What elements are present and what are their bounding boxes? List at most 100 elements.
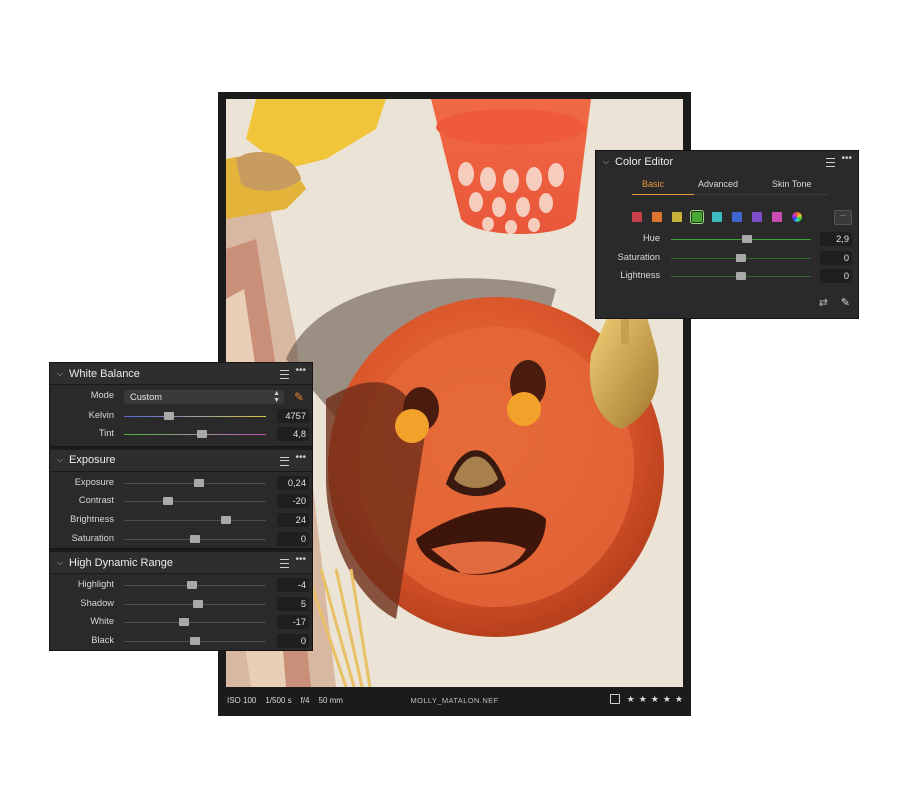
tab-skin-tone[interactable]: Skin Tone bbox=[772, 179, 811, 189]
saturation-value-field[interactable]: 0 bbox=[820, 250, 852, 265]
menu-icon[interactable] bbox=[826, 158, 836, 167]
saturation-label: Saturation bbox=[71, 532, 114, 543]
star-icon[interactable]: ★ bbox=[639, 693, 647, 705]
color-swatch[interactable] bbox=[752, 212, 762, 222]
brightness-slider-thumb[interactable] bbox=[221, 515, 232, 524]
lightness-slider-row: Lightness 0 bbox=[596, 267, 858, 286]
saturation-slider-thumb[interactable] bbox=[736, 253, 746, 262]
hue-slider-row: Hue 2,9 bbox=[596, 230, 858, 249]
more-colors-button[interactable]: ... bbox=[834, 210, 852, 225]
hue-slider[interactable] bbox=[671, 235, 811, 243]
color-swatch[interactable] bbox=[690, 210, 704, 224]
tint-value-field[interactable]: 4,8 bbox=[277, 427, 309, 442]
kelvin-slider-row: Kelvin 4757 bbox=[50, 407, 312, 426]
menu-icon[interactable] bbox=[280, 370, 290, 379]
black-slider-thumb[interactable] bbox=[190, 636, 200, 645]
white-balance-title: White Balance bbox=[69, 367, 140, 380]
shadow-slider-row: Shadow 5 bbox=[50, 595, 312, 614]
saturation-slider-thumb[interactable] bbox=[190, 534, 200, 543]
highlight-slider[interactable] bbox=[124, 581, 266, 590]
all-colors-swatch[interactable] bbox=[792, 212, 802, 222]
highlight-slider-thumb[interactable] bbox=[187, 581, 198, 590]
mode-select[interactable]: Custom ▲ ▼ bbox=[124, 390, 284, 404]
menu-icon[interactable] bbox=[280, 559, 290, 569]
color-editor-tabs: Basic Advanced Skin Tone bbox=[596, 172, 858, 196]
saturation-value-field[interactable]: 0 bbox=[277, 531, 309, 546]
more-icon[interactable]: ••• bbox=[295, 366, 306, 379]
select-checkbox[interactable] bbox=[609, 694, 620, 704]
shadow-value-field[interactable]: 5 bbox=[277, 596, 309, 611]
tab-advanced[interactable]: Advanced bbox=[698, 179, 738, 189]
black-value-field[interactable]: 0 bbox=[277, 633, 309, 648]
kelvin-slider-thumb[interactable] bbox=[164, 411, 175, 420]
saturation-slider-row: Saturation 0 bbox=[50, 530, 312, 549]
color-swatches: ... bbox=[596, 196, 858, 230]
exposure-header[interactable]: ⌵ Exposure ••• bbox=[50, 449, 312, 472]
black-slider-row: Black 0 bbox=[50, 632, 312, 651]
chevron-down-icon[interactable]: ⌵ bbox=[599, 157, 613, 167]
color-swatch[interactable] bbox=[652, 212, 662, 222]
eyedropper-icon[interactable]: ✎ bbox=[294, 390, 304, 404]
saturation-slider-row: Saturation 0 bbox=[596, 249, 858, 268]
chevron-down-icon[interactable]: ⌵ bbox=[53, 369, 67, 379]
kelvin-slider[interactable] bbox=[124, 411, 266, 420]
saturation-slider[interactable] bbox=[124, 534, 266, 543]
exposure-value-field[interactable]: 0,24 bbox=[277, 475, 309, 490]
black-label: Black bbox=[91, 634, 114, 645]
star-icon[interactable]: ★ bbox=[651, 693, 659, 705]
color-swatch[interactable] bbox=[732, 212, 742, 222]
brightness-value-field[interactable]: 24 bbox=[277, 512, 309, 527]
contrast-slider-thumb[interactable] bbox=[163, 497, 174, 506]
contrast-slider[interactable] bbox=[124, 497, 266, 506]
more-icon[interactable]: ••• bbox=[295, 555, 306, 568]
hdr-title: High Dynamic Range bbox=[69, 556, 173, 569]
shadow-label: Shadow bbox=[80, 597, 114, 608]
exposure-slider-row: Exposure 0,24 bbox=[50, 474, 312, 493]
lightness-slider-thumb[interactable] bbox=[736, 272, 746, 281]
reset-icon[interactable]: ⇄ bbox=[819, 296, 828, 309]
contrast-value-field[interactable]: -20 bbox=[277, 494, 309, 509]
black-slider[interactable] bbox=[124, 636, 266, 645]
hue-value-field[interactable]: 2,9 bbox=[820, 232, 852, 246]
saturation-slider[interactable] bbox=[671, 253, 811, 262]
kelvin-value-field[interactable]: 4757 bbox=[277, 408, 309, 423]
tint-slider[interactable] bbox=[124, 430, 266, 439]
chevron-down-icon[interactable]: ⌵ bbox=[53, 558, 67, 568]
tab-basic[interactable]: Basic bbox=[642, 179, 664, 189]
active-tab-indicator bbox=[632, 194, 694, 195]
color-editor-tools: ⇄ ✎ bbox=[596, 286, 858, 316]
white-value-field[interactable]: -17 bbox=[277, 615, 309, 630]
chevron-down-icon[interactable]: ⌵ bbox=[53, 455, 67, 465]
brightness-slider[interactable] bbox=[124, 515, 266, 524]
rating[interactable]: ★ ★ ★ ★ ★ bbox=[609, 693, 683, 705]
color-swatch[interactable] bbox=[632, 212, 642, 222]
hue-slider-thumb[interactable] bbox=[741, 235, 752, 243]
color-editor-header[interactable]: ⌵ Color Editor ••• bbox=[596, 151, 858, 172]
star-icon[interactable]: ★ bbox=[675, 693, 683, 705]
more-icon[interactable]: ••• bbox=[295, 452, 306, 466]
star-icon[interactable]: ★ bbox=[663, 693, 671, 705]
menu-icon[interactable] bbox=[280, 456, 290, 466]
color-swatch[interactable] bbox=[772, 212, 782, 222]
white-slider[interactable] bbox=[124, 618, 266, 627]
highlight-value-field[interactable]: -4 bbox=[277, 578, 309, 593]
color-editor-title: Color Editor bbox=[615, 155, 674, 168]
mode-row: Mode Custom ▲ ▼ ✎ bbox=[50, 388, 312, 407]
mode-value: Custom bbox=[130, 392, 163, 402]
shadow-slider[interactable] bbox=[124, 599, 266, 608]
tint-slider-thumb[interactable] bbox=[197, 430, 208, 439]
star-icon[interactable]: ★ bbox=[627, 693, 635, 705]
color-swatch[interactable] bbox=[672, 212, 682, 222]
more-icon[interactable]: ••• bbox=[841, 154, 852, 167]
exposure-slider[interactable] bbox=[124, 478, 266, 487]
lightness-slider[interactable] bbox=[671, 272, 811, 281]
exposure-slider-thumb[interactable] bbox=[194, 478, 205, 487]
lightness-value-field[interactable]: 0 bbox=[820, 269, 852, 284]
white-slider-thumb[interactable] bbox=[178, 618, 189, 627]
color-picker-icon[interactable]: ✎ bbox=[841, 296, 850, 309]
shadow-slider-thumb[interactable] bbox=[192, 599, 203, 608]
hdr-header[interactable]: ⌵ High Dynamic Range ••• bbox=[50, 552, 312, 575]
white-balance-header[interactable]: ⌵ White Balance ••• bbox=[50, 363, 312, 385]
lightness-label: Lightness bbox=[620, 270, 660, 281]
color-swatch[interactable] bbox=[712, 212, 722, 222]
